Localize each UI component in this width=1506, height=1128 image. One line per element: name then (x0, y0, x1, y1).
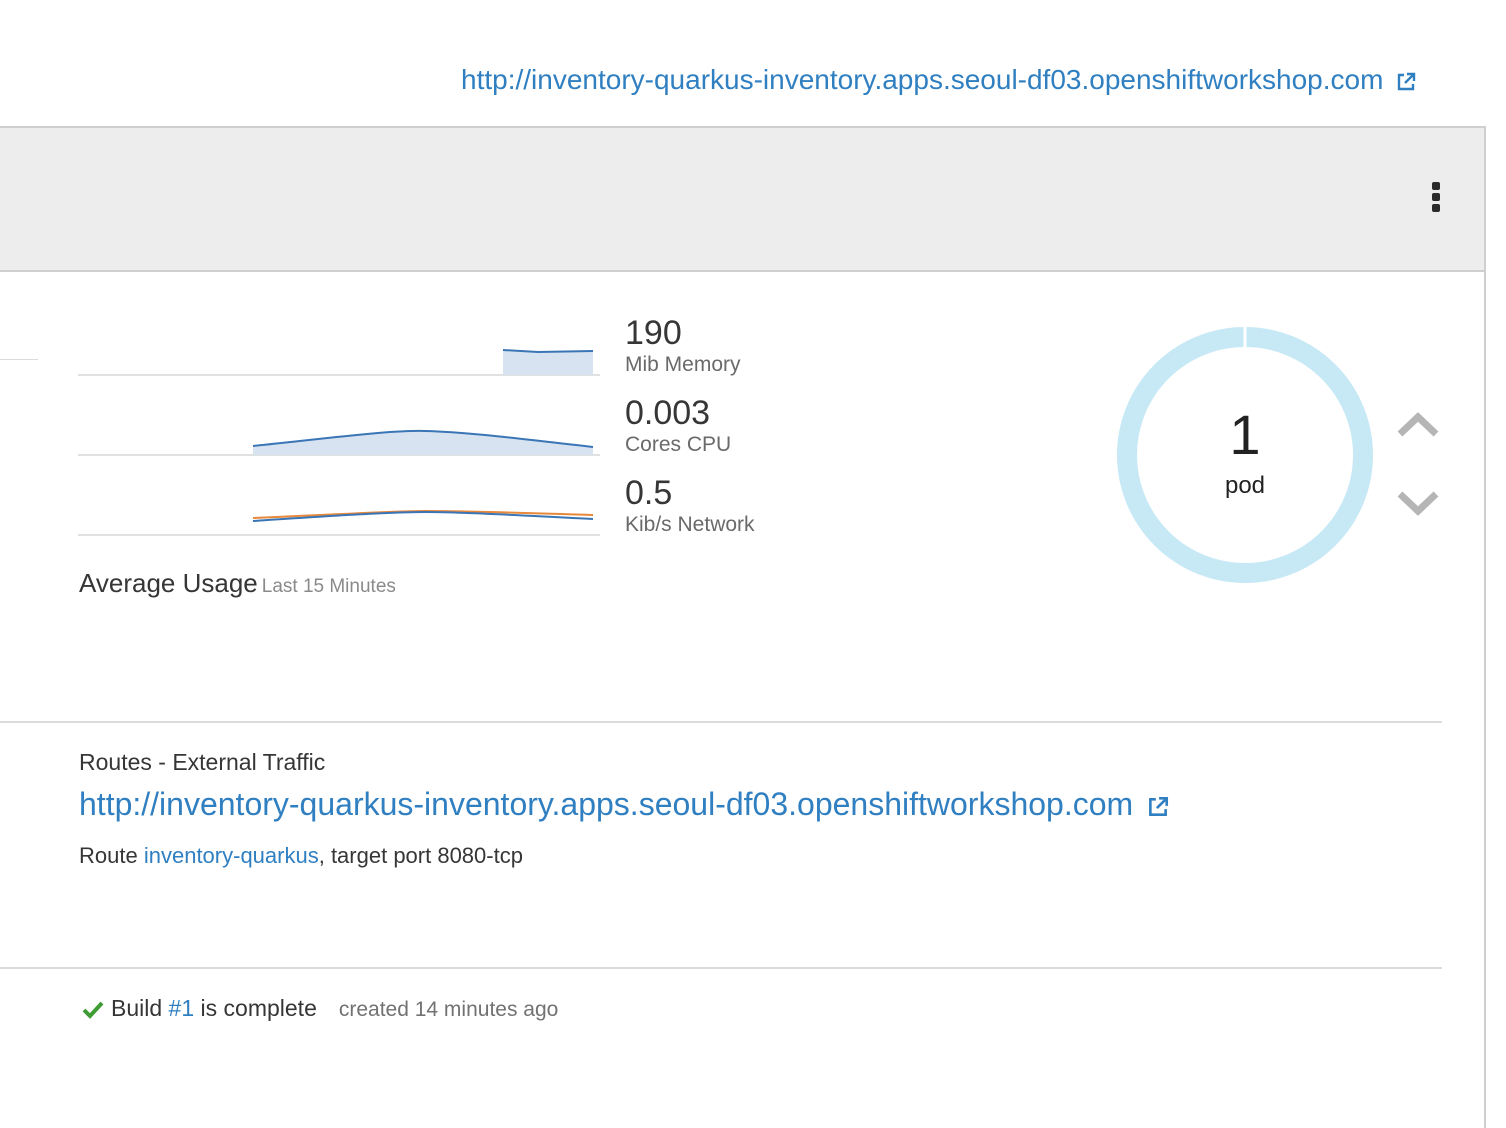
build-prefix: Build (111, 995, 163, 1021)
metric-network-label: Kib/s Network (625, 513, 755, 536)
route-prefix: Route (79, 843, 138, 868)
sparkline-charts (78, 349, 600, 536)
average-usage-heading: Average Usage Last 15 Minutes (79, 568, 396, 599)
external-link-icon (1149, 796, 1169, 816)
pod-donut: 1 pod (1116, 326, 1374, 584)
route-details: Route inventory-quarkus, target port 808… (79, 843, 523, 869)
metric-memory: 190 Mib Memory (625, 314, 741, 377)
cpu-sparkline-area (253, 430, 593, 455)
metric-memory-value: 190 (625, 314, 682, 352)
pod-count: 1 (1229, 403, 1261, 466)
memory-sparkline (502, 349, 594, 354)
route-target-port: , target port 8080-tcp (318, 843, 523, 868)
metric-cpu: 0.003 Cores CPU (625, 394, 731, 457)
metric-memory-label: Mib Memory (625, 353, 741, 376)
card-header (0, 128, 1484, 272)
build-suffix: is complete (200, 995, 317, 1021)
scale-down-chevron-icon[interactable] (1396, 488, 1440, 518)
metric-cpu-value: 0.003 (625, 394, 711, 432)
average-usage-period: Last 15 Minutes (261, 576, 396, 597)
build-created-time: created 14 minutes ago (338, 998, 559, 1021)
check-icon (82, 1001, 104, 1019)
section-divider (0, 721, 1442, 723)
build-status: Build #1 is complete created 14 minutes a… (81, 995, 558, 1022)
route-external-link[interactable]: http://inventory-quarkus-inventory.apps.… (79, 786, 1170, 823)
memory-sparkline-area (503, 350, 593, 375)
metric-network: 0.5 Kib/s Network (625, 474, 755, 537)
routes-title: Routes - External Traffic (79, 749, 326, 775)
section-divider (0, 967, 1442, 969)
metric-cpu-label: Cores CPU (625, 433, 732, 456)
deployment-card (0, 126, 1486, 1128)
average-usage-title: Average Usage (79, 568, 258, 598)
scale-up-chevron-icon[interactable] (1396, 410, 1440, 440)
pod-label: pod (1224, 472, 1266, 499)
kebab-menu-icon[interactable] (1428, 182, 1444, 218)
top-route-url[interactable]: http://inventory-quarkus-inventory.apps.… (461, 64, 1383, 95)
divider-stub (0, 359, 38, 360)
route-url[interactable]: http://inventory-quarkus-inventory.apps.… (79, 786, 1133, 822)
metric-network-value: 0.5 (625, 474, 673, 512)
build-number-link[interactable]: #1 (169, 995, 195, 1021)
external-link-icon (1398, 72, 1416, 90)
top-route-link[interactable]: http://inventory-quarkus-inventory.apps.… (461, 64, 1417, 96)
route-name-link[interactable]: inventory-quarkus (144, 843, 319, 868)
